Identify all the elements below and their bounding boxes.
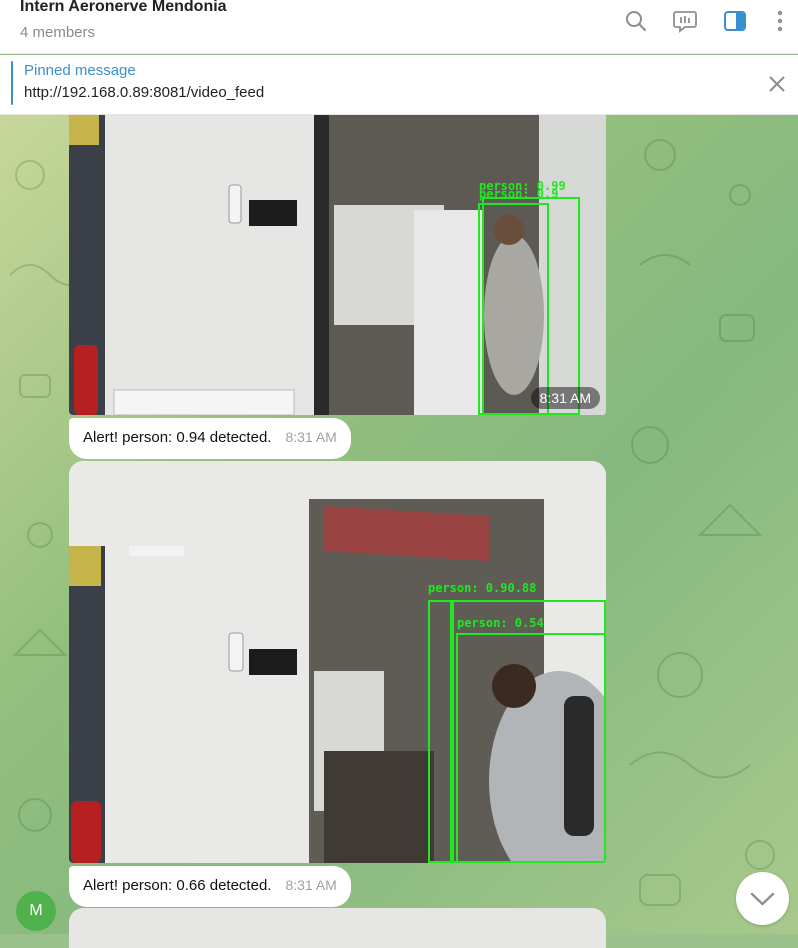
photo-message[interactable]: person: 0.99 person: 0.9 8:31 AM — [69, 115, 606, 415]
detection-label: person: 0.54 — [457, 616, 544, 630]
pinned-message-bar[interactable]: Pinned message http://192.168.0.89:8081/… — [0, 55, 798, 115]
message-time: 8:31 AM — [285, 877, 337, 893]
detection-box — [456, 633, 606, 863]
pinned-text[interactable]: http://192.168.0.89:8081/video_feed — [24, 84, 264, 101]
chat-title[interactable]: Intern Aeronerve Mendonia — [20, 0, 227, 16]
message-text: Alert! person: 0.94 detected. — [83, 429, 272, 446]
more-vertical-icon[interactable] — [767, 8, 793, 34]
photo-message[interactable] — [69, 908, 606, 948]
topics-icon[interactable] — [672, 8, 698, 34]
detection-label: person: 0.9 — [479, 187, 559, 201]
message-text: Alert! person: 0.66 detected. — [83, 877, 272, 894]
close-icon[interactable] — [766, 73, 788, 95]
message-bubble[interactable]: Alert! person: 0.94 detected. 8:31 AM — [69, 418, 351, 459]
chevron-down-icon — [750, 892, 775, 906]
photo-message[interactable]: person: 0.90.88 person: 0.54 — [69, 461, 606, 863]
photo-timestamp: 8:31 AM — [530, 387, 600, 409]
detection-label: person: 0.90.88 — [428, 581, 537, 595]
member-count: 4 members — [20, 24, 96, 41]
message-time: 8:31 AM — [285, 429, 337, 445]
sidebar-toggle-icon[interactable] — [722, 8, 748, 34]
detection-box — [482, 197, 580, 415]
message-bubble[interactable]: Alert! person: 0.66 detected. 8:31 AM — [69, 866, 351, 907]
pinned-title: Pinned message — [24, 62, 136, 79]
scroll-down-button[interactable] — [736, 872, 789, 925]
search-icon[interactable] — [623, 8, 649, 34]
pinned-accent-bar — [11, 61, 13, 105]
avatar[interactable]: M — [16, 891, 56, 931]
chat-header: Intern Aeronerve Mendonia 4 members — [0, 0, 798, 54]
